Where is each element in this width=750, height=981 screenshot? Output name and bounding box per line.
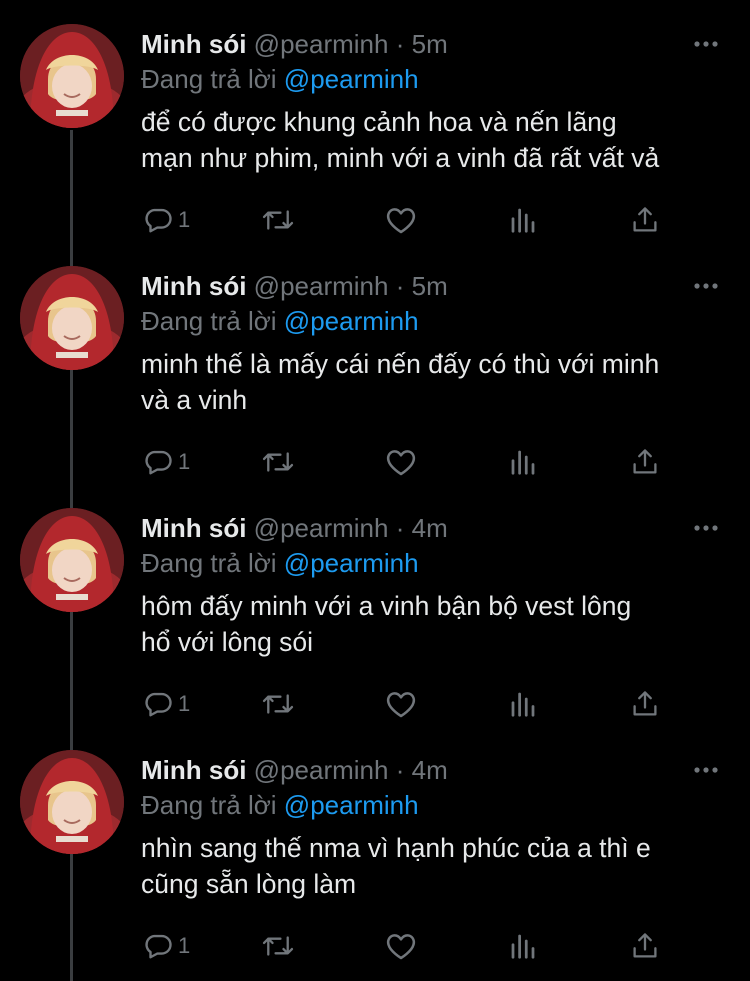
like-icon <box>386 450 416 476</box>
like-icon <box>386 208 416 234</box>
replying-to-label: Đang trả lời <box>141 306 277 336</box>
user-handle[interactable]: @pearminh <box>254 271 389 301</box>
stats-icon <box>511 208 535 233</box>
reply-button[interactable]: 1 <box>143 442 190 482</box>
reply-icon <box>145 692 172 717</box>
share-button[interactable] <box>631 442 659 482</box>
mention-link[interactable]: @pearminh <box>284 548 419 578</box>
reply-button[interactable]: 1 <box>143 200 190 240</box>
tweet-item[interactable]: Minh sói @pearminh · 4m Đang trả lời @pe… <box>0 484 750 726</box>
display-name[interactable]: Minh sói <box>141 513 246 543</box>
replying-to-label: Đang trả lời <box>141 790 277 820</box>
more-icon[interactable] <box>688 268 724 304</box>
like-icon <box>386 934 416 960</box>
avatar[interactable] <box>20 266 124 370</box>
like-button[interactable] <box>385 442 417 482</box>
user-handle[interactable]: @pearminh <box>254 29 389 59</box>
more-icon[interactable] <box>688 510 724 546</box>
tweet-text: nhìn sang thế nma vì hạnh phúc của a thì… <box>141 833 651 899</box>
tweet-header: Minh sói @pearminh · 4m <box>141 752 724 788</box>
share-button[interactable] <box>631 200 659 240</box>
tweet-header: Minh sói @pearminh · 5m <box>141 268 724 304</box>
share-icon <box>633 933 657 958</box>
reply-count: 1 <box>178 207 191 232</box>
stats-icon <box>511 934 535 959</box>
avatar[interactable] <box>20 750 124 854</box>
retweet-button[interactable] <box>261 442 295 482</box>
replying-to-label: Đang trả lời <box>141 64 277 94</box>
separator-dot: · <box>395 29 405 59</box>
reply-icon <box>145 450 172 475</box>
display-name[interactable]: Minh sói <box>141 755 246 785</box>
stats-button[interactable] <box>508 200 538 240</box>
retweet-icon <box>262 694 294 714</box>
tweet-item[interactable]: Minh sói @pearminh · 5m Đang trả lời @pe… <box>0 0 750 242</box>
retweet-icon <box>262 210 294 230</box>
reply-count: 1 <box>178 933 191 958</box>
stats-button[interactable] <box>508 684 538 724</box>
reply-button[interactable]: 1 <box>143 926 190 966</box>
stats-icon <box>511 450 535 475</box>
avatar[interactable] <box>20 24 124 128</box>
action-bar: 1 <box>141 926 724 966</box>
retweet-icon <box>262 452 294 472</box>
avatar[interactable] <box>20 508 124 612</box>
tweet-header: Minh sói @pearminh · 5m <box>141 26 724 62</box>
display-name[interactable]: Minh sói <box>141 271 246 301</box>
replying-to: Đang trả lời @pearminh <box>141 304 724 338</box>
tweet-item[interactable]: Minh sói @pearminh · 5m Đang trả lời @pe… <box>0 242 750 484</box>
retweet-button[interactable] <box>261 200 295 240</box>
share-icon <box>633 449 657 474</box>
more-icon[interactable] <box>688 752 724 788</box>
stats-button[interactable] <box>508 926 538 966</box>
share-icon <box>633 691 657 716</box>
action-bar: 1 <box>141 442 724 482</box>
timestamp[interactable]: 5m <box>412 29 448 59</box>
replying-to: Đang trả lời @pearminh <box>141 546 724 580</box>
mention-link[interactable]: @pearminh <box>284 790 419 820</box>
tweet-text: hôm đấy minh với a vinh bận bộ vest lông… <box>141 591 632 657</box>
display-name[interactable]: Minh sói <box>141 29 246 59</box>
more-icon[interactable] <box>688 26 724 62</box>
replying-to: Đang trả lời @pearminh <box>141 62 724 96</box>
replying-to: Đang trả lời @pearminh <box>141 788 724 822</box>
separator-dot: · <box>395 755 405 785</box>
like-button[interactable] <box>385 926 417 966</box>
timestamp[interactable]: 5m <box>412 271 448 301</box>
user-handle[interactable]: @pearminh <box>254 755 389 785</box>
retweet-icon <box>262 936 294 956</box>
user-handle[interactable]: @pearminh <box>254 513 389 543</box>
tweet-text: minh thế là mấy cái nến đấy có thù với m… <box>141 349 660 415</box>
separator-dot: · <box>395 513 405 543</box>
action-bar: 1 <box>141 200 724 240</box>
share-button[interactable] <box>631 926 659 966</box>
replying-to-label: Đang trả lời <box>141 548 277 578</box>
timestamp[interactable]: 4m <box>412 513 448 543</box>
reply-button[interactable]: 1 <box>143 684 190 724</box>
stats-icon <box>511 692 535 717</box>
retweet-button[interactable] <box>261 926 295 966</box>
share-icon <box>633 207 657 232</box>
like-icon <box>386 692 416 718</box>
retweet-button[interactable] <box>261 684 295 724</box>
reply-count: 1 <box>178 449 191 474</box>
like-button[interactable] <box>385 684 417 724</box>
separator-dot: · <box>395 271 405 301</box>
like-button[interactable] <box>385 200 417 240</box>
share-button[interactable] <box>631 684 659 724</box>
mention-link[interactable]: @pearminh <box>284 64 419 94</box>
action-bar: 1 <box>141 684 724 724</box>
tweet-item[interactable]: Minh sói @pearminh · 4m Đang trả lời @pe… <box>0 726 750 968</box>
tweet-header: Minh sói @pearminh · 4m <box>141 510 724 546</box>
stats-button[interactable] <box>508 442 538 482</box>
mention-link[interactable]: @pearminh <box>284 306 419 336</box>
timestamp[interactable]: 4m <box>412 755 448 785</box>
reply-icon <box>145 934 172 959</box>
tweet-text: để có được khung cảnh hoa và nến lãng mạ… <box>141 107 660 173</box>
reply-count: 1 <box>178 691 191 716</box>
reply-icon <box>145 208 172 233</box>
